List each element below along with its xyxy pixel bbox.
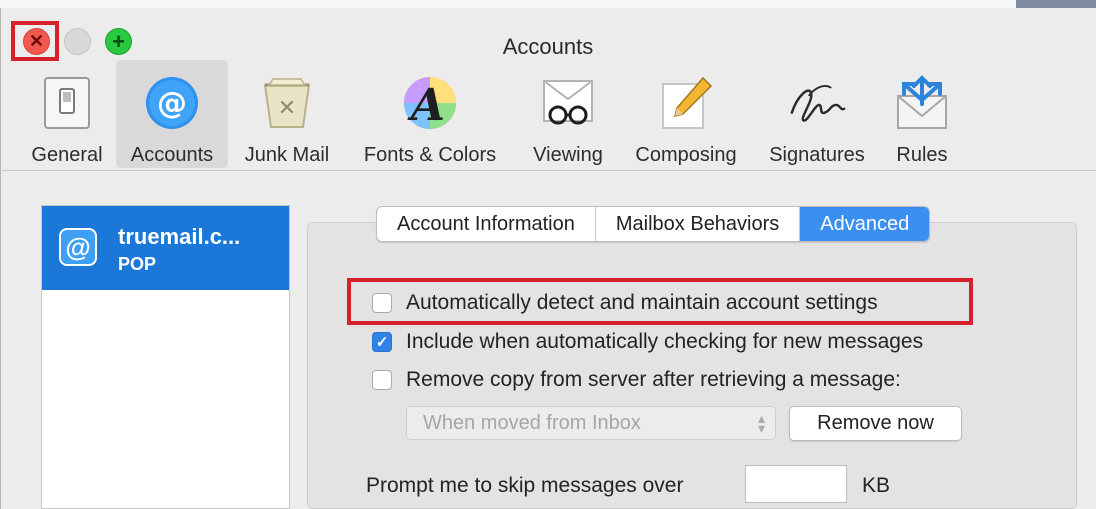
chevron-up-down-icon: ▴ ▾ [757, 410, 765, 436]
account-name: truemail.c... [118, 224, 241, 249]
tab-mailbox-behaviors[interactable]: Mailbox Behaviors [596, 207, 801, 241]
switch-icon [36, 72, 98, 134]
include-checking-option[interactable]: ✓ Include when automatically checking fo… [372, 330, 923, 354]
prompt-skip-label: Prompt me to skip messages over [366, 474, 684, 497]
account-tabs: Account Information Mailbox Behaviors Ad… [376, 206, 931, 242]
skip-size-input[interactable] [745, 465, 847, 503]
toolbar-item-accounts[interactable]: @ Accounts [116, 60, 228, 168]
toolbar-item-signatures[interactable]: Signatures [758, 60, 876, 168]
preferences-toolbar: General @ Accounts ✕ Junk Mail A Fonts &… [0, 60, 1096, 170]
window-title: Accounts [502, 34, 594, 59]
auto-detect-highlight [347, 278, 973, 325]
account-type: POP [118, 254, 157, 274]
include-checking-label: Include when automatically checking for … [406, 330, 924, 353]
svg-text:@: @ [157, 86, 187, 121]
toolbar-item-label: General [31, 144, 103, 166]
toolbar-item-viewing[interactable]: Viewing [520, 60, 616, 168]
rules-envelope-icon [891, 72, 953, 134]
toolbar-item-composing[interactable]: Composing [622, 60, 750, 168]
toolbar-item-general[interactable]: General [20, 60, 114, 168]
at-sign-icon: @ [59, 228, 97, 266]
svg-text:A: A [407, 80, 445, 131]
toolbar-item-label: Composing [635, 144, 737, 166]
toolbar-item-rules[interactable]: Rules [882, 60, 962, 168]
include-checking-checkbox[interactable]: ✓ [372, 332, 392, 352]
skip-size-unit: KB [862, 474, 891, 497]
account-detail-panel [307, 222, 1077, 509]
toolbar-item-fonts-colors[interactable]: A Fonts & Colors [348, 60, 512, 168]
accounts-list[interactable]: @ truemail.c... POP [41, 205, 290, 509]
remove-copy-option[interactable]: Remove copy from server after retrieving… [372, 368, 901, 392]
toolbar-item-label: Accounts [130, 144, 214, 166]
title-bar: ✕ + Accounts [0, 8, 1096, 61]
toolbar-item-label: Rules [896, 144, 948, 166]
remove-when-value: When moved from Inbox [423, 411, 641, 434]
at-sign-icon: @ [141, 72, 203, 134]
toolbar-item-label: Signatures [769, 144, 865, 166]
remove-copy-label: Remove copy from server after retrieving… [406, 368, 901, 391]
remove-now-button[interactable]: Remove now [789, 406, 962, 441]
account-list-item[interactable]: @ truemail.c... POP [42, 206, 289, 290]
font-color-icon: A [399, 72, 461, 134]
toolbar-item-label: Fonts & Colors [363, 144, 497, 166]
trash-bin-icon: ✕ [256, 72, 318, 134]
remove-when-select[interactable]: When moved from Inbox ▴ ▾ [406, 406, 776, 440]
pencil-paper-icon [655, 72, 717, 134]
toolbar-item-label: Viewing [533, 144, 603, 166]
svg-text:✕: ✕ [278, 96, 296, 121]
toolbar-item-junk-mail[interactable]: ✕ Junk Mail [232, 60, 342, 168]
toolbar-item-label: Junk Mail [244, 144, 330, 166]
remove-copy-checkbox[interactable] [372, 370, 392, 390]
toolbar-divider [0, 170, 1096, 171]
signature-icon [786, 72, 848, 134]
checkmark-icon: ✓ [375, 334, 389, 351]
glasses-icon [537, 72, 599, 134]
tab-advanced[interactable]: Advanced [800, 207, 930, 241]
tab-account-information[interactable]: Account Information [377, 207, 596, 241]
